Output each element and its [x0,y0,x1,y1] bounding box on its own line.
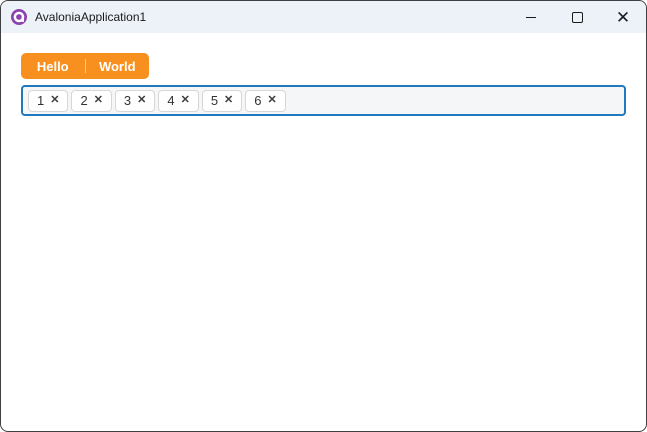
maximize-icon [571,11,583,23]
chip: 3 ✕ [114,89,156,112]
caption-buttons: ✕ [508,1,646,33]
chip-value: 3 [123,93,132,108]
chip: 6 ✕ [245,89,286,112]
chip-value: 2 [80,93,88,108]
chip: 1 ✕ [28,89,69,112]
window-title: AvaloniaApplication1 [35,10,147,24]
chip-remove-icon[interactable]: ✕ [268,95,277,106]
chip-value: 6 [254,93,262,108]
chip-remove-icon[interactable]: ✕ [137,95,146,106]
chip-remove-icon[interactable]: ✕ [181,95,190,106]
app-window: AvaloniaApplication1 ✕ Hello World 1 ✕ 2… [0,0,647,432]
chip-value: 4 [167,93,175,108]
close-icon: ✕ [615,7,631,27]
chip-remove-icon[interactable]: ✕ [50,95,59,106]
chip-remove-icon[interactable]: ✕ [94,95,103,106]
minimize-icon [526,16,536,18]
tab-world[interactable]: World [86,53,150,79]
close-button[interactable]: ✕ [600,1,646,33]
chip: 5 ✕ [201,89,243,112]
chip-remove-icon[interactable]: ✕ [224,95,233,106]
tab-world-label: World [98,58,136,74]
chip-input[interactable]: 1 ✕ 2 ✕ 3 ✕ 4 ✕ 5 ✕ 6 ✕ [21,85,626,116]
title-bar[interactable]: AvaloniaApplication1 ✕ [1,1,646,33]
chip-value: 1 [37,93,45,108]
maximize-button[interactable] [554,1,600,33]
chip: 4 ✕ [158,89,199,112]
avalonia-logo-icon [11,9,27,25]
content-area: Hello World 1 ✕ 2 ✕ 3 ✕ 4 ✕ 5 ✕ 6 ✕ [1,33,646,136]
tab-hello[interactable]: Hello [21,53,85,79]
tab-hello-label: Hello [36,58,69,74]
chip-value: 5 [210,93,219,108]
tab-strip: Hello World [21,53,149,79]
chip: 2 ✕ [71,89,112,112]
minimize-button[interactable] [508,1,554,33]
